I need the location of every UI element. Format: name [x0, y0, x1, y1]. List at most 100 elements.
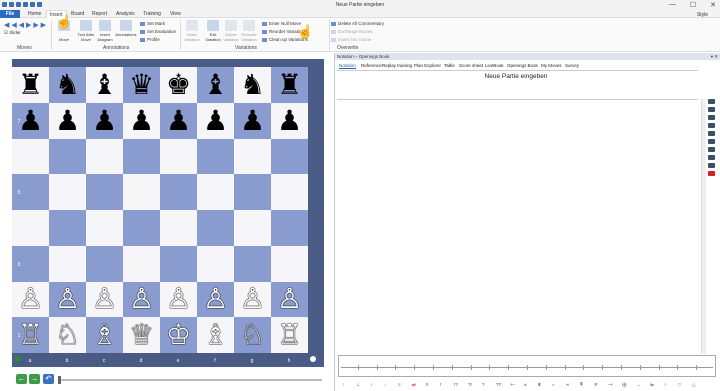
- board-square-c3[interactable]: [86, 245, 123, 282]
- annotation-symbol[interactable]: △: [692, 382, 695, 388]
- annotations-button[interactable]: Annotations: [114, 20, 138, 37]
- chess-piece[interactable]: ♝: [92, 70, 117, 99]
- nav-arrows[interactable]: ◀ ◀ ◀ ▶ ▶ ▶: [4, 21, 46, 29]
- set-marker-button[interactable]: Set Mark: [140, 21, 165, 26]
- chess-piece[interactable]: ♙: [55, 285, 80, 313]
- board-square-e2[interactable]: ♙: [160, 281, 197, 318]
- board-square-d4[interactable]: [123, 210, 160, 246]
- tab-file[interactable]: File: [0, 10, 20, 18]
- chess-piece[interactable]: ♟: [55, 106, 80, 135]
- vertical-scrollbar[interactable]: [701, 99, 706, 354]
- board-square-e5[interactable]: [160, 174, 197, 210]
- board-square-g2[interactable]: ♙: [234, 281, 271, 318]
- tab-board[interactable]: Board: [71, 11, 84, 17]
- board-square-d3[interactable]: [123, 245, 160, 282]
- chess-piece[interactable]: ♟: [277, 106, 302, 135]
- annotation-symbol[interactable]: ±: [524, 382, 526, 387]
- annotation-symbol[interactable]: !: [440, 382, 441, 387]
- chess-piece[interactable]: ♙: [166, 285, 191, 313]
- board-square-e1[interactable]: ♔: [160, 317, 197, 353]
- board-square-e3[interactable]: [160, 245, 197, 282]
- board-square-h8[interactable]: ♜: [271, 67, 308, 103]
- chess-piece[interactable]: ♘: [240, 321, 265, 349]
- link-icon[interactable]: [708, 163, 715, 168]
- pane-tab-plan-explorer[interactable]: Plan Explorer: [414, 63, 441, 68]
- forward-arrow-icon[interactable]: →: [29, 374, 40, 384]
- board-square-h7[interactable]: ♟: [271, 102, 308, 139]
- annotation-symbol[interactable]: !!: [426, 382, 429, 387]
- move-slider[interactable]: [58, 379, 322, 381]
- annotation-symbol[interactable]: !?: [454, 382, 458, 387]
- chess-piece[interactable]: ♕: [129, 321, 154, 349]
- board-square-f7[interactable]: ♟: [197, 102, 234, 139]
- tab-analysis[interactable]: Analysis: [116, 11, 135, 17]
- take-back-icon[interactable]: ↶: [43, 374, 54, 384]
- board-square-f6[interactable]: [197, 138, 234, 175]
- pane-tab-score-sheet[interactable]: Score sheet: [459, 63, 483, 68]
- back-arrow-icon[interactable]: ←: [16, 374, 27, 384]
- chess-piece[interactable]: ♗: [92, 321, 117, 349]
- board-square-g4[interactable]: [234, 210, 271, 246]
- chess-board[interactable]: ♜ ♞ ♝ ♛ ♚ ♝ ♞ ♜ ♟ ♟ ♟ ♟ ♟ ♟ ♟ ♟ ♙ ♙ ♙ ♙ ♙ ♙ ♙ ♙ ♖ ♘ ♗ ♕ ♔ ♗ ♘ ♖: [12, 67, 308, 353]
- board-square-h1[interactable]: ♖: [271, 317, 308, 353]
- board-square-c8[interactable]: ♝: [86, 67, 123, 103]
- tab-training[interactable]: Training: [143, 11, 161, 17]
- minimize-icon[interactable]: —: [669, 1, 676, 9]
- pane-tab-my-moves[interactable]: My Moves: [541, 63, 562, 68]
- font-icon[interactable]: [708, 131, 715, 136]
- annotation-symbol[interactable]: ⩱: [580, 382, 583, 387]
- bell-icon[interactable]: [708, 123, 715, 128]
- board-square-f4[interactable]: [197, 210, 234, 246]
- annotation-symbol[interactable]: ↓: [384, 382, 386, 387]
- board-square-b1[interactable]: ♘: [49, 317, 86, 353]
- chess-piece[interactable]: ♚: [166, 70, 191, 99]
- annotation-symbol[interactable]: ⇆: [650, 382, 654, 388]
- enter-null-move-button[interactable]: Enter Null Move: [262, 21, 301, 26]
- board-square-e4[interactable]: [160, 210, 197, 246]
- board-square-g6[interactable]: [234, 138, 271, 175]
- board-square-g7[interactable]: ♟: [234, 102, 271, 139]
- exit-variation-button[interactable]: Exit Variation: [204, 20, 222, 42]
- evaluation-timeline[interactable]: [338, 355, 716, 377]
- bold-icon[interactable]: [708, 99, 715, 104]
- annotation-symbol[interactable]: ≡: [398, 382, 401, 387]
- chess-piece[interactable]: ♞: [240, 70, 265, 99]
- annotation-symbol[interactable]: ↑: [342, 382, 344, 387]
- chess-piece[interactable]: ♖: [277, 321, 302, 349]
- board-square-g8[interactable]: ♞: [234, 67, 271, 103]
- pane-tab-survey[interactable]: Survey: [565, 63, 579, 68]
- board-square-f8[interactable]: ♝: [197, 67, 234, 103]
- annotation-symbol[interactable]: –+: [608, 382, 613, 387]
- tab-report[interactable]: Report: [92, 11, 107, 17]
- board-square-c6[interactable]: [86, 138, 123, 175]
- pane-tab-livebook[interactable]: LiveBook: [485, 63, 504, 68]
- board-square-b5[interactable]: [49, 174, 86, 210]
- pane-tab-reference[interactable]: Reference: [361, 63, 382, 68]
- chess-piece[interactable]: ♗: [203, 321, 228, 349]
- board-square-d7[interactable]: ♟: [123, 102, 160, 139]
- board-square-e7[interactable]: ♟: [160, 102, 197, 139]
- chess-piece[interactable]: ♘: [55, 321, 80, 349]
- chess-piece[interactable]: ♛: [129, 70, 154, 99]
- maximize-icon[interactable]: ☐: [690, 1, 696, 9]
- set-evaluation-button[interactable]: Set Evaluation: [140, 29, 176, 34]
- pane-tab-replay-training[interactable]: Replay training: [382, 63, 412, 68]
- annotation-symbol[interactable]: =: [552, 382, 555, 387]
- chess-piece[interactable]: ♟: [240, 106, 265, 135]
- annotation-symbol[interactable]: ?!: [468, 382, 472, 387]
- chess-piece[interactable]: ♙: [129, 285, 154, 313]
- chess-piece[interactable]: ♟: [166, 106, 191, 135]
- board-square-d1[interactable]: ♕: [123, 317, 160, 353]
- chess-piece[interactable]: ♝: [203, 70, 228, 99]
- board-square-b4[interactable]: [49, 210, 86, 246]
- board-square-c2[interactable]: ♙: [86, 281, 123, 318]
- annotation-symbol[interactable]: ∓: [594, 382, 598, 388]
- chess-piece[interactable]: ♙: [277, 285, 302, 313]
- text-after-move-button[interactable]: Text After Move: [75, 20, 97, 42]
- annotation-symbol[interactable]: →: [636, 382, 641, 387]
- slider-checkbox[interactable]: ☑ Slider: [4, 30, 21, 36]
- board-square-g3[interactable]: [234, 245, 271, 282]
- chess-piece[interactable]: ♙: [92, 285, 117, 313]
- close-icon[interactable]: ✕: [710, 1, 716, 9]
- exchange-moves-button[interactable]: Exchange Moves: [331, 29, 373, 34]
